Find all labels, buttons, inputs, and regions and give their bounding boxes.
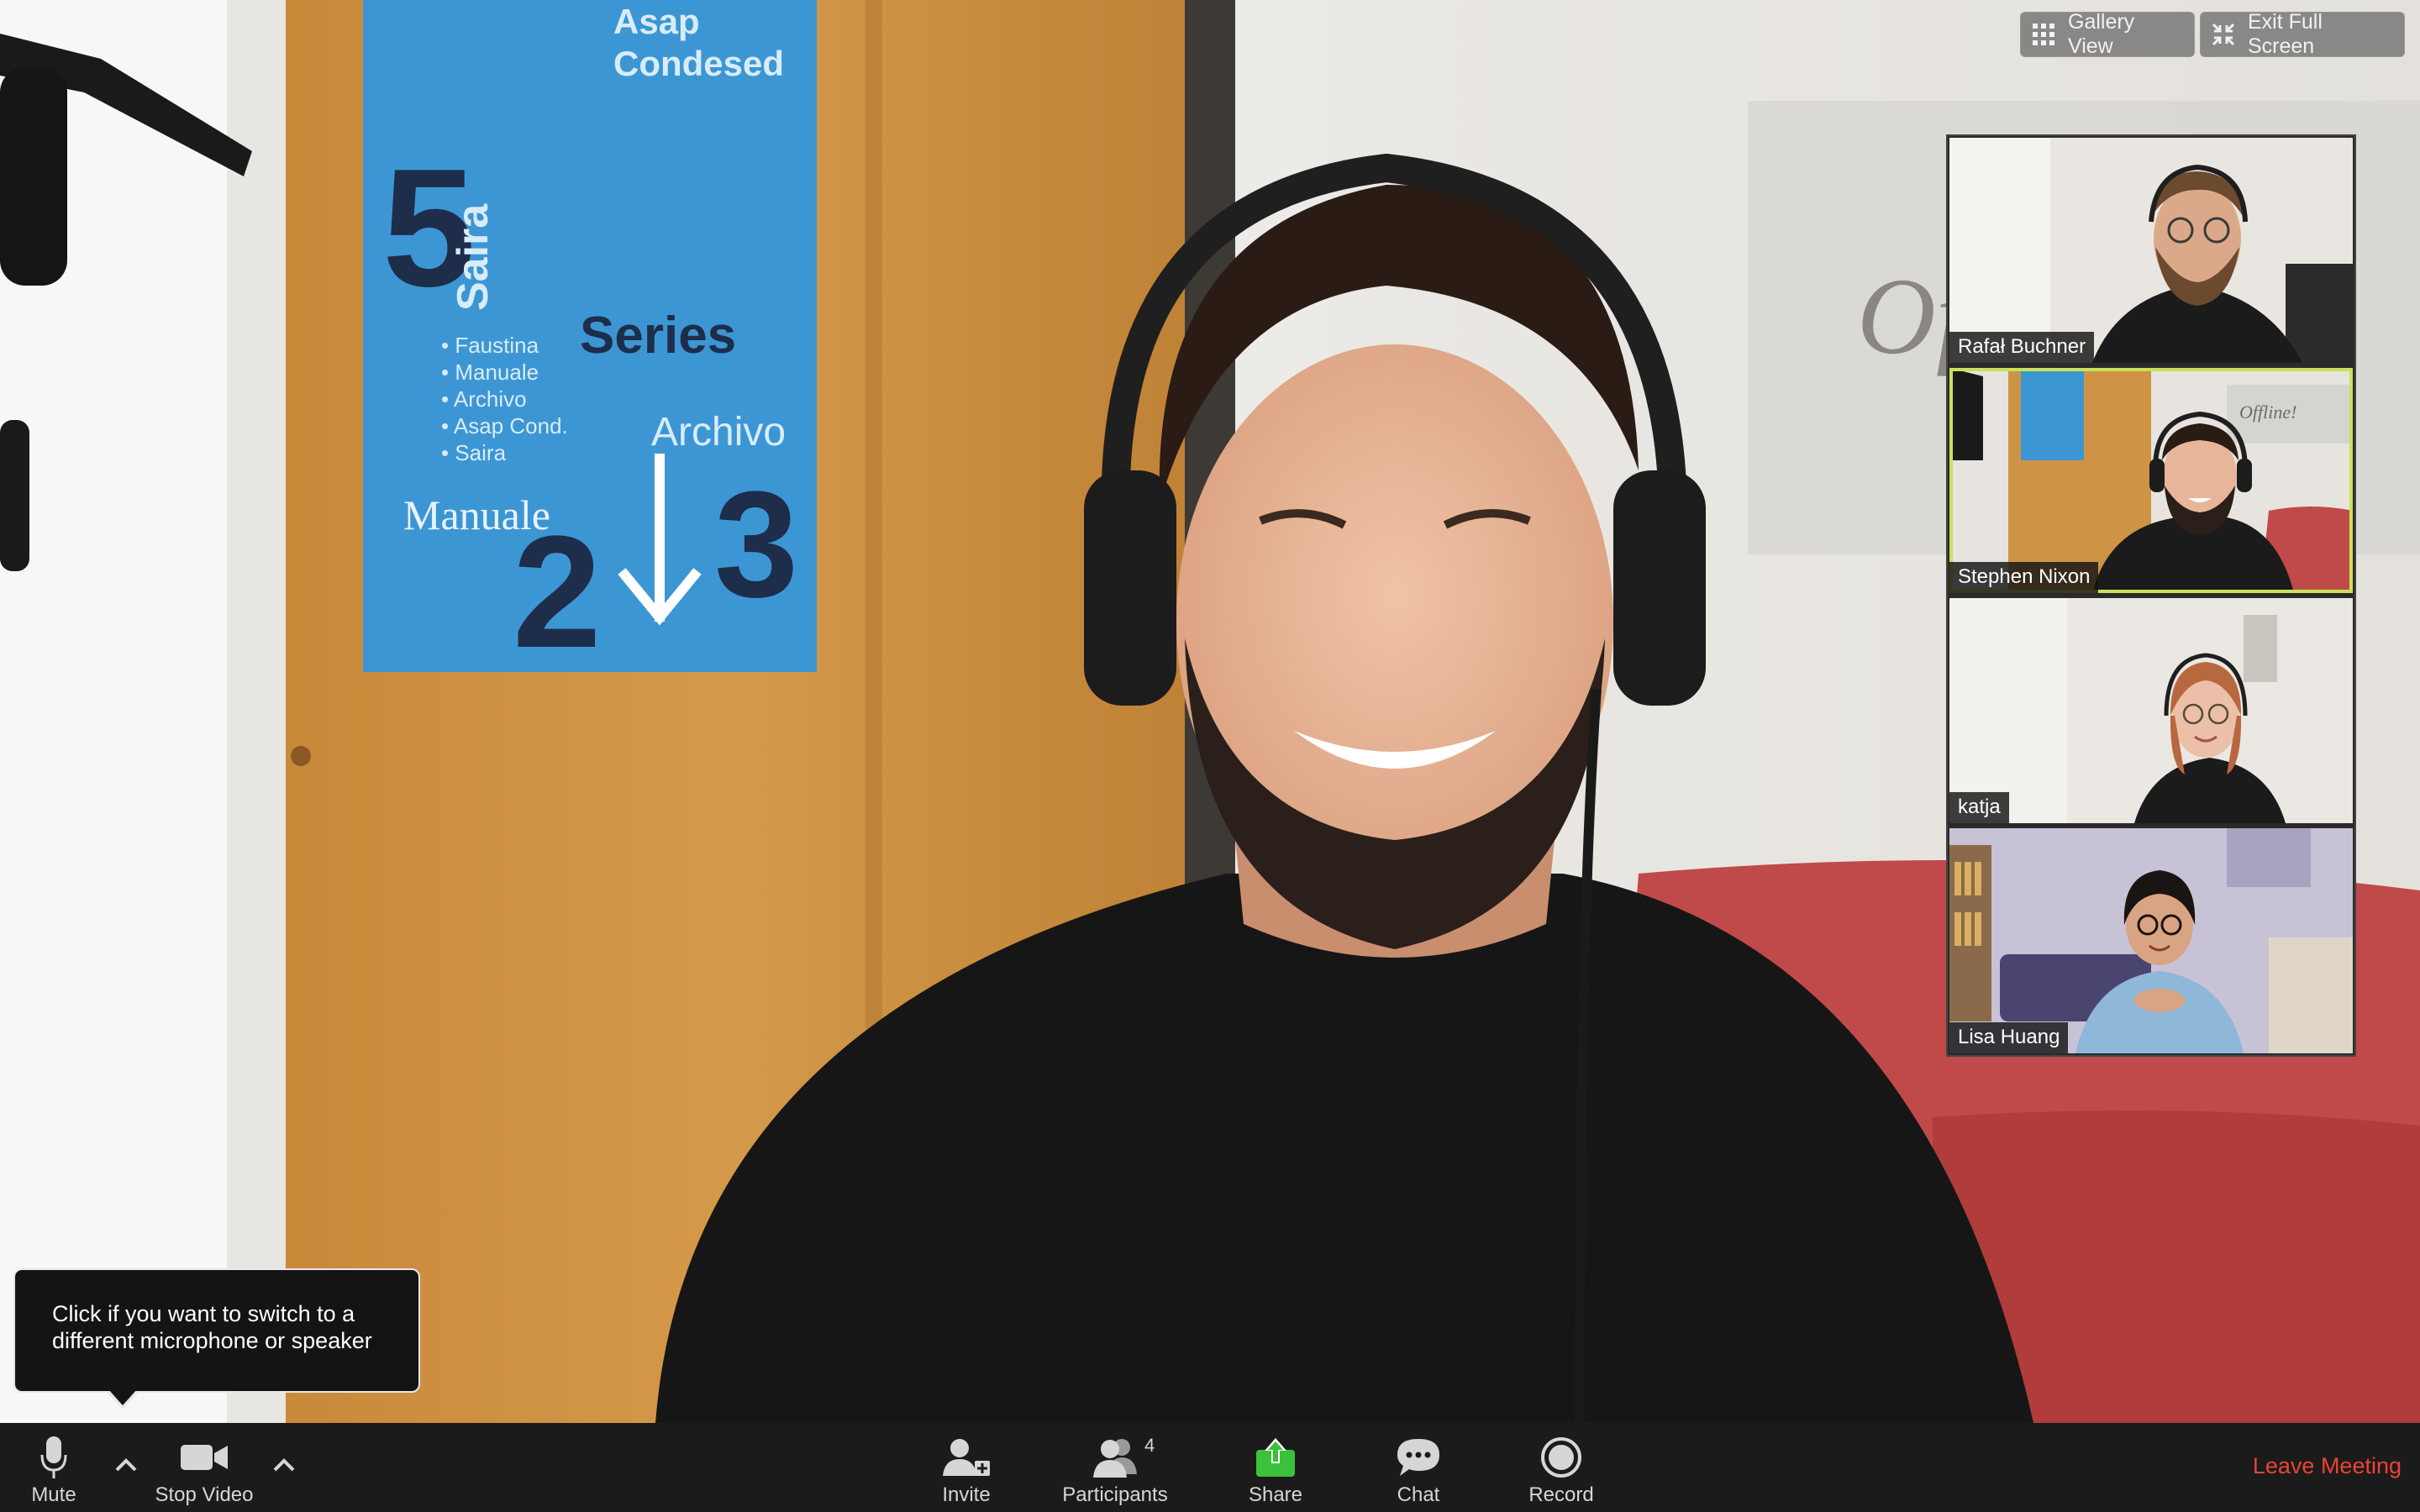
participant-tile-lisa[interactable]: Lisa Huang: [1949, 828, 2353, 1053]
svg-text:• Saira: • Saira: [441, 440, 507, 465]
participant-name-label: katja: [1949, 792, 2009, 823]
svg-text:Saira: Saira: [449, 203, 497, 311]
participant-tile-katja[interactable]: katja: [1949, 598, 2353, 823]
svg-text:• Archivo: • Archivo: [441, 386, 527, 412]
svg-text:Series: Series: [580, 307, 736, 365]
svg-text:Archivo: Archivo: [651, 410, 786, 454]
add-person-icon: [941, 1433, 992, 1482]
participants-count-badge: 4: [1144, 1435, 1155, 1456]
participant-video: [1949, 598, 2353, 823]
svg-text:3: 3: [714, 460, 798, 629]
svg-text:2: 2: [513, 503, 602, 681]
chat-bubble-icon: [1396, 1433, 1441, 1482]
record-button[interactable]: Record: [1523, 1423, 1600, 1512]
svg-text:Condesed: Condesed: [613, 44, 784, 83]
svg-text:• Asap Cond.: • Asap Cond.: [441, 413, 568, 438]
mute-button[interactable]: Mute: [20, 1423, 87, 1512]
record-label: Record: [1528, 1483, 1594, 1506]
chevron-up-icon: [273, 1458, 295, 1472]
mute-label: Mute: [31, 1483, 76, 1506]
participant-video: [1949, 138, 2353, 363]
share-button[interactable]: Share: [1242, 1423, 1309, 1512]
share-screen-icon: [1255, 1433, 1297, 1482]
participant-name-label: Lisa Huang: [1949, 1022, 2069, 1053]
participant-tile-rafal[interactable]: Rafał Buchner: [1949, 138, 2353, 363]
chat-button[interactable]: Chat: [1385, 1423, 1452, 1512]
stop-video-button[interactable]: Stop Video: [148, 1423, 260, 1512]
record-icon: [1540, 1433, 1582, 1482]
stop-video-label: Stop Video: [155, 1483, 254, 1506]
invite-label: Invite: [942, 1483, 991, 1506]
invite-button[interactable]: Invite: [933, 1423, 1000, 1512]
tooltip-text-line2: different microphone or speaker: [52, 1328, 372, 1353]
participant-name-label: Rafał Buchner: [1949, 332, 2095, 363]
gallery-view-label: Gallery View: [2068, 10, 2135, 58]
chat-label: Chat: [1397, 1483, 1440, 1506]
participant-video: Offline!: [1949, 368, 2353, 593]
share-label: Share: [1248, 1483, 1303, 1506]
participants-label: Participants: [1062, 1483, 1168, 1506]
exit-fullscreen-button[interactable]: Exit Full Screen: [2200, 10, 2405, 58]
leave-meeting-button[interactable]: Leave Meeting: [2253, 1453, 2402, 1479]
participant-thumbnail-strip: Rafał Buchner Offline! Stephen Nixon kat…: [1946, 134, 2356, 1057]
collapse-arrows-icon: [2212, 24, 2234, 45]
meeting-toolbar: Mute Stop Video Invite Participants 4 Sh…: [0, 1423, 2420, 1512]
video-camera-icon: [179, 1433, 229, 1482]
audio-options-caret[interactable]: [109, 1448, 143, 1482]
participant-name-label: Stephen Nixon: [1949, 562, 2099, 593]
tooltip-text-line1: Click if you want to switch to a: [52, 1301, 355, 1326]
chevron-up-icon: [115, 1458, 137, 1472]
wall-sign-text: Offline!: [2239, 402, 2296, 423]
microphone-icon: [39, 1433, 68, 1482]
svg-text:• Manuale: • Manuale: [441, 360, 539, 385]
grid-icon: [2033, 24, 2054, 45]
poster-text: Asap: [613, 2, 700, 41]
people-icon: [1090, 1433, 1140, 1482]
participant-video: [1949, 828, 2353, 1053]
gallery-view-button[interactable]: Gallery View: [2020, 10, 2195, 58]
exit-fullscreen-label: Exit Full Screen: [2248, 10, 2323, 58]
tooltip-pointer-fill: [108, 1389, 137, 1405]
zoom-meeting-window: Asap Condesed 5 Saira Series Archivo Man…: [0, 0, 2420, 1512]
audio-device-tooltip: Click if you want to switch to a differe…: [13, 1268, 420, 1393]
participant-tile-stephen[interactable]: Offline! Stephen Nixon: [1949, 368, 2353, 593]
svg-text:• Faustina: • Faustina: [441, 333, 539, 358]
video-options-caret[interactable]: [267, 1448, 301, 1482]
